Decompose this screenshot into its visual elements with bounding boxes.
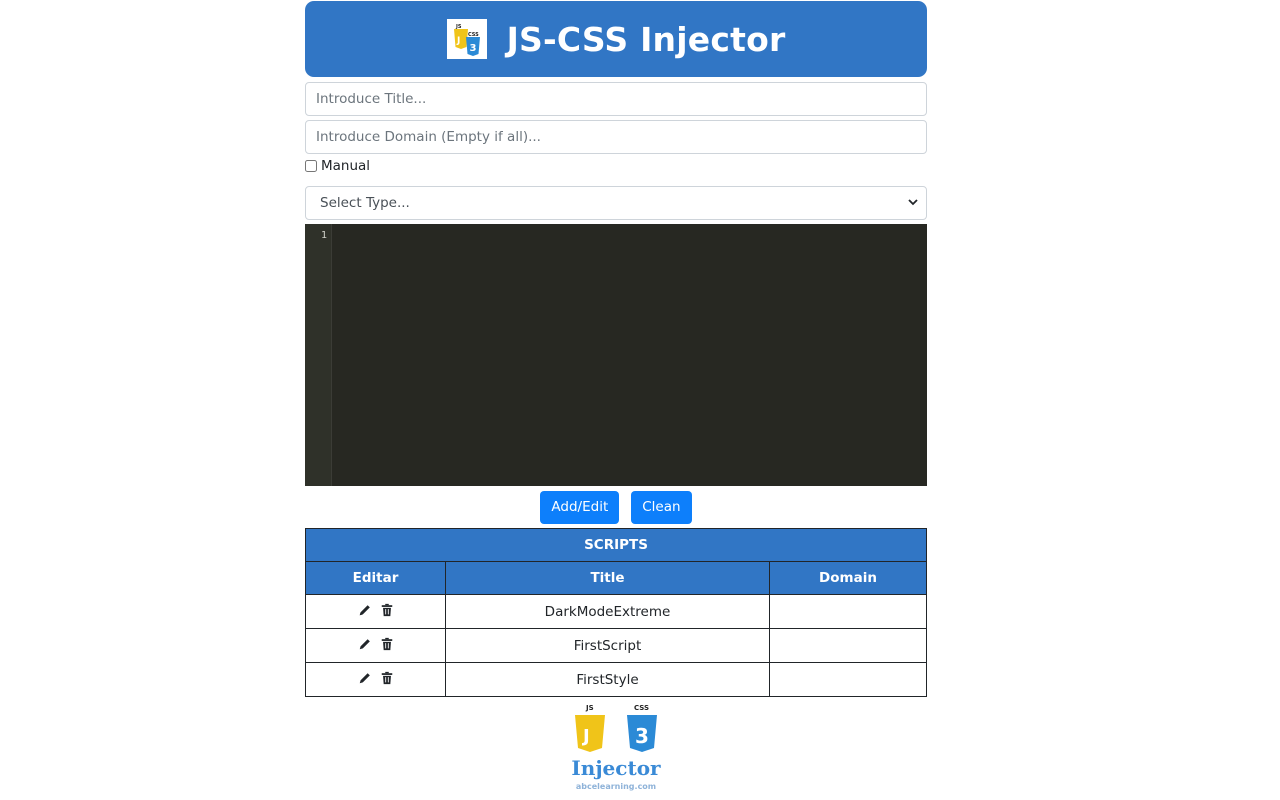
trash-icon[interactable] [380, 637, 394, 651]
table-row: DarkModeExtreme [305, 594, 927, 629]
row-domain [769, 662, 927, 697]
js-css-logo-icon: JS J CSS 3 [446, 19, 487, 59]
column-header-title: Title [445, 561, 770, 595]
row-actions [305, 662, 446, 697]
type-select-value: Select Type... [320, 195, 410, 211]
clean-button[interactable]: Clean [631, 490, 692, 524]
app-container: JS J CSS 3 JS-CSS Injector Manual Select… [305, 1, 927, 697]
add-edit-button[interactable]: Add/Edit [540, 490, 620, 524]
chevron-down-icon [908, 197, 918, 210]
css-badge-label: CSS [634, 704, 650, 712]
column-header-editar: Editar [305, 561, 446, 595]
row-domain [769, 594, 927, 629]
table-row: FirstScript [305, 628, 927, 663]
trash-icon[interactable] [380, 603, 394, 617]
pencil-icon[interactable] [358, 603, 372, 617]
type-select[interactable]: Select Type... [305, 186, 927, 220]
title-input[interactable] [305, 82, 927, 116]
row-title: FirstStyle [445, 662, 770, 697]
svg-text:3: 3 [469, 43, 476, 54]
footer-brand: Injector [571, 756, 661, 780]
manual-option[interactable]: Manual [305, 154, 927, 178]
footer-site: abcelearning.com [575, 782, 657, 791]
action-bar: Add/Edit Clean [305, 486, 927, 528]
table-caption: SCRIPTS [305, 528, 927, 562]
svg-text:J: J [581, 726, 590, 747]
row-title: FirstScript [445, 628, 770, 663]
pencil-icon[interactable] [358, 637, 372, 651]
manual-label: Manual [321, 158, 371, 174]
footer-logo: JS CSS J 3 Injector abcelearning.com [560, 704, 672, 796]
js-css-shields-icon: J 3 [575, 715, 657, 752]
scripts-table: SCRIPTS Editar Title Domain DarkModeExtr… [305, 528, 927, 697]
trash-icon[interactable] [380, 671, 394, 685]
pencil-icon[interactable] [358, 671, 372, 685]
code-editor[interactable]: 1 [305, 224, 927, 486]
row-title: DarkModeExtreme [445, 594, 770, 629]
js-badge-label: JS [586, 704, 594, 712]
app-title: JS-CSS Injector [506, 19, 786, 59]
svg-text:J: J [456, 36, 460, 46]
table-row: FirstStyle [305, 662, 927, 697]
manual-checkbox[interactable] [305, 160, 317, 172]
domain-input[interactable] [305, 120, 927, 154]
editor-gutter: 1 [305, 224, 332, 486]
column-header-domain: Domain [769, 561, 927, 595]
row-actions [305, 628, 446, 663]
line-number: 1 [320, 230, 327, 241]
row-domain [769, 628, 927, 663]
svg-text:3: 3 [635, 724, 649, 748]
row-actions [305, 594, 446, 629]
app-header: JS J CSS 3 JS-CSS Injector [305, 1, 927, 77]
